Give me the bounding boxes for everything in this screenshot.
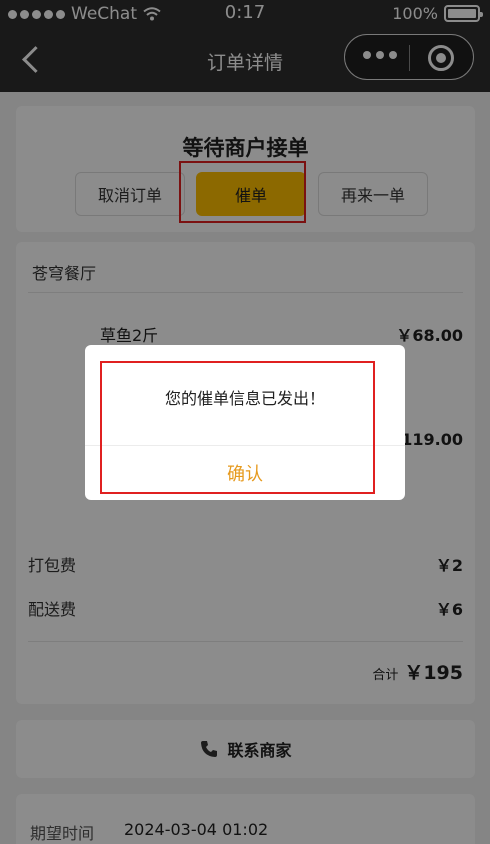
highlight-box <box>100 361 375 494</box>
